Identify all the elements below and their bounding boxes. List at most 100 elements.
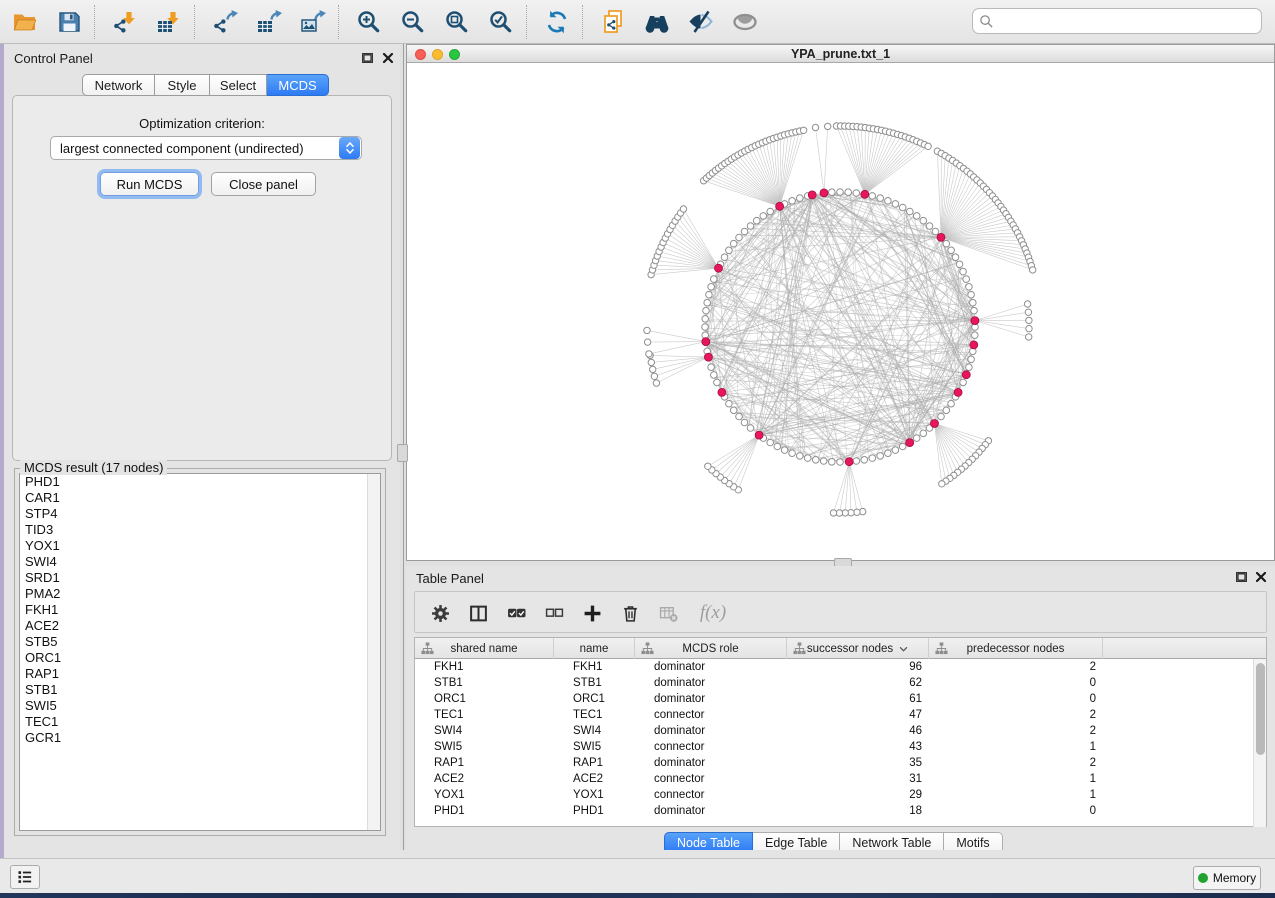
delete-table-icon: [659, 604, 678, 623]
mcds-result-item[interactable]: CAR1: [20, 490, 380, 506]
open-file-button[interactable]: [10, 7, 40, 37]
table-row[interactable]: PHD1PHD1dominator180: [415, 803, 1266, 819]
splitter-handle[interactable]: [397, 444, 408, 462]
add-column-button[interactable]: [579, 600, 605, 626]
mcds-result-item[interactable]: ACE2: [20, 618, 380, 634]
table-row[interactable]: RAP1RAP1dominator352: [415, 755, 1266, 771]
table-row[interactable]: FKH1FKH1dominator962: [415, 659, 1266, 675]
table-cell: connector: [635, 707, 787, 723]
mcds-result-item[interactable]: STB5: [20, 634, 380, 650]
sort-descending-icon: [899, 646, 908, 652]
mcds-result-item[interactable]: SRD1: [20, 570, 380, 586]
mcds-result-item[interactable]: PMA2: [20, 586, 380, 602]
select-all-button[interactable]: [503, 600, 529, 626]
run-mcds-button[interactable]: Run MCDS: [100, 172, 199, 196]
float-panel-icon[interactable]: [362, 53, 373, 63]
mcds-result-item[interactable]: TEC1: [20, 714, 380, 730]
zoom-selected-button[interactable]: [486, 7, 516, 37]
tab-style[interactable]: Style: [155, 74, 210, 96]
refresh-button[interactable]: [542, 7, 572, 37]
mcds-result-item[interactable]: YOX1: [20, 538, 380, 554]
memory-button[interactable]: Memory: [1193, 866, 1261, 890]
import-network-button[interactable]: [110, 7, 140, 37]
float-panel-icon[interactable]: [1236, 572, 1247, 582]
table-cell: 43: [787, 739, 929, 755]
table-cell: 96: [787, 659, 929, 675]
table-row[interactable]: SWI5SWI5connector431: [415, 739, 1266, 755]
zoom-out-button[interactable]: [398, 7, 428, 37]
close-panel-icon[interactable]: [382, 52, 394, 64]
table-row[interactable]: TEC1TEC1connector472: [415, 707, 1266, 723]
table-row[interactable]: STB1STB1dominator620: [415, 675, 1266, 691]
mcds-result-item[interactable]: PHD1: [20, 474, 380, 490]
zoom-fit-button[interactable]: [442, 7, 472, 37]
table-scrollbar[interactable]: [1253, 659, 1266, 827]
column-header-predecessor-nodes[interactable]: predecessor nodes: [929, 638, 1103, 659]
table-cell: SWI5: [415, 739, 554, 755]
search-box[interactable]: [972, 8, 1262, 34]
table-row[interactable]: YOX1YOX1connector291: [415, 787, 1266, 803]
column-header-shared-name[interactable]: shared name: [415, 638, 554, 659]
mcds-result-item[interactable]: RAP1: [20, 666, 380, 682]
mcds-result-list[interactable]: PHD1CAR1STP4TID3YOX1SWI4SRD1PMA2FKH1ACE2…: [19, 473, 381, 831]
scrollbar-thumb[interactable]: [1256, 663, 1265, 755]
table-cell: YOX1: [554, 787, 635, 803]
column-header-name[interactable]: name: [554, 638, 635, 659]
unselect-all-button[interactable]: [541, 600, 567, 626]
table-cell: RAP1: [554, 755, 635, 771]
column-type-icon: [641, 642, 654, 655]
network-canvas[interactable]: [407, 63, 1274, 560]
network-graph: [407, 63, 1274, 560]
delete-column-button[interactable]: [617, 600, 643, 626]
table-cell: dominator: [635, 659, 787, 675]
export-network-button[interactable]: [210, 7, 240, 37]
function-builder-icon: f(x): [700, 602, 726, 624]
mcds-result-item[interactable]: SWI5: [20, 698, 380, 714]
task-history-button[interactable]: [10, 865, 40, 889]
search-objects-button[interactable]: [642, 7, 672, 37]
show-column-button[interactable]: [465, 600, 491, 626]
save-session-button[interactable]: [54, 7, 84, 37]
main-toolbar: [0, 0, 1275, 44]
table-cell: YOX1: [415, 787, 554, 803]
tab-network[interactable]: Network: [82, 74, 155, 96]
settings-gear-button[interactable]: [427, 600, 453, 626]
toggle-visibility-button[interactable]: [686, 7, 716, 37]
close-panel-button[interactable]: Close panel: [211, 172, 316, 196]
import-table-button[interactable]: [154, 7, 184, 37]
table-header: shared namenameMCDS rolesuccessor nodesp…: [415, 638, 1266, 659]
zoom-in-button[interactable]: [354, 7, 384, 37]
table-cell: PHD1: [554, 803, 635, 819]
select-all-icon: [507, 604, 526, 623]
show-column-icon: [469, 604, 488, 623]
table-cell: STB1: [554, 675, 635, 691]
table-row[interactable]: ACE2ACE2connector311: [415, 771, 1266, 787]
optimization-criterion-dropdown[interactable]: largest connected component (undirected): [50, 136, 362, 160]
column-header-MCDS-role[interactable]: MCDS role: [635, 638, 787, 659]
mcds-result-item[interactable]: STP4: [20, 506, 380, 522]
search-input[interactable]: [994, 11, 1261, 31]
export-image-button[interactable]: [298, 7, 328, 37]
close-panel-icon[interactable]: [1255, 571, 1267, 583]
mcds-result-item[interactable]: ORC1: [20, 650, 380, 666]
table-cell: 0: [929, 803, 1103, 819]
toggle-visibility-icon: [688, 9, 714, 35]
mcds-result-item[interactable]: STB1: [20, 682, 380, 698]
table-cell: FKH1: [554, 659, 635, 675]
table-row[interactable]: SWI4SWI4dominator462: [415, 723, 1266, 739]
tab-select[interactable]: Select: [210, 74, 267, 96]
table-cell: FKH1: [415, 659, 554, 675]
export-table-button[interactable]: [254, 7, 284, 37]
mcds-result-item[interactable]: GCR1: [20, 730, 380, 746]
mcds-result-item[interactable]: SWI4: [20, 554, 380, 570]
table-row[interactable]: ORC1ORC1dominator610: [415, 691, 1266, 707]
tab-mcds[interactable]: MCDS: [267, 74, 329, 96]
mcds-result-item[interactable]: TID3: [20, 522, 380, 538]
column-header-successor-nodes[interactable]: successor nodes: [787, 638, 929, 659]
list-scrollbar[interactable]: [367, 474, 380, 830]
table-cell: dominator: [635, 691, 787, 707]
duplicate-network-button[interactable]: [598, 7, 628, 37]
table-cell: 2: [929, 755, 1103, 771]
mcds-result-item[interactable]: FKH1: [20, 602, 380, 618]
preview-button[interactable]: [730, 7, 760, 37]
